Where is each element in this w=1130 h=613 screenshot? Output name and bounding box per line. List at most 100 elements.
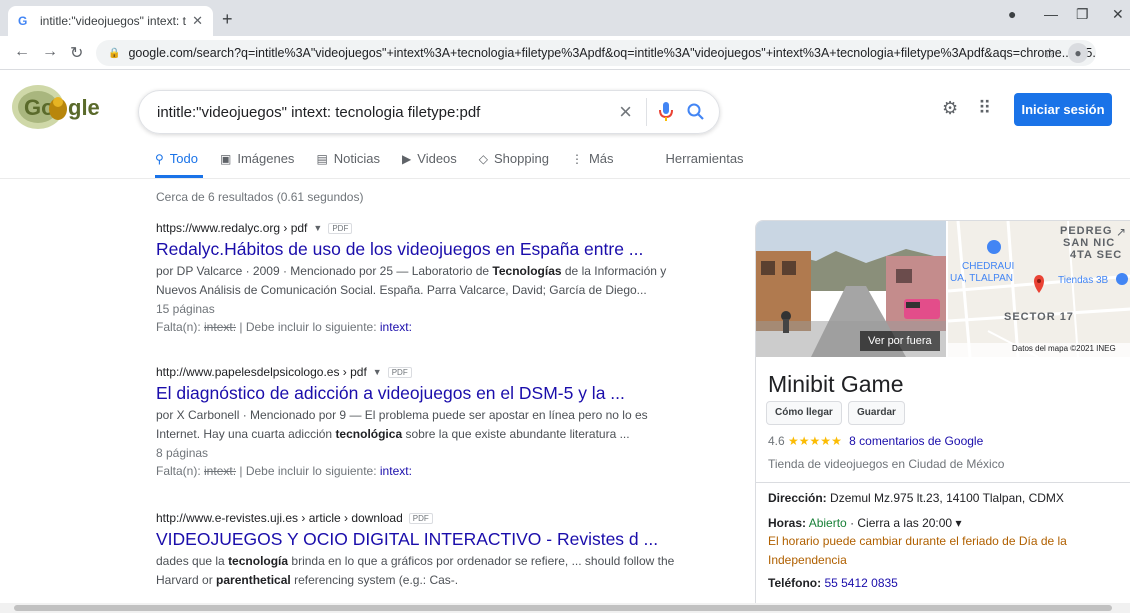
tab-label: Videos [417, 151, 457, 166]
search-icon: ⚲ [155, 151, 164, 166]
tab-label: Imágenes [237, 151, 295, 166]
result-cite[interactable]: http://www.e-revistes.uji.es › article ›… [156, 511, 676, 525]
result-pages: 15 páginas [156, 302, 215, 316]
map-label: PEDREG [1060, 225, 1113, 237]
reload-icon[interactable]: ↻ [70, 43, 83, 63]
save-button[interactable]: Guardar [848, 401, 905, 425]
street-view-label[interactable]: Ver por fuera [860, 331, 940, 351]
apps-grid-icon[interactable]: ⠿ [978, 98, 991, 119]
address-row: Dirección: Dzemul Mz.975 lt.23, 14100 Tl… [768, 491, 1064, 505]
search-box[interactable]: intitle:"videojuegos" intext: tecnologia… [138, 90, 720, 134]
tools-button[interactable]: Herramientas [666, 151, 744, 166]
open-status: Abierto [808, 516, 847, 530]
tab-mas[interactable]: ⋮ Más [571, 151, 614, 166]
pdf-badge: PDF [328, 222, 353, 234]
map-label: SAN NIC [1063, 237, 1116, 249]
rating-stars-icon: ★★★★★ [788, 434, 842, 448]
forward-icon[interactable]: → [42, 43, 58, 61]
map-label: UA, TLALPAN [950, 273, 1013, 284]
search-result: https://www.redalyc.org › pdf ▼ PDF Reda… [156, 221, 676, 336]
tab-label: Todo [169, 151, 198, 166]
profile-dot-icon[interactable]: ● [1008, 6, 1016, 22]
directions-button[interactable]: Cómo llegar [766, 401, 842, 425]
search-divider [646, 98, 647, 126]
result-url: http://www.papelesdelpsicologo.es › pdf [156, 365, 367, 379]
map-label: CHEDRAUI [962, 261, 1015, 272]
sign-in-button[interactable]: Iniciar sesión [1014, 93, 1112, 126]
tools-label: Herramientas [665, 151, 744, 166]
business-name: Minibit Game [768, 371, 904, 397]
result-missing-terms: Falta(n): intext: | Debe incluir lo sigu… [156, 320, 412, 334]
expand-map-icon[interactable]: ↗ [1116, 225, 1126, 239]
result-snippet: dades que la tecnología brinda en lo que… [156, 554, 675, 587]
tab-label: Noticias [333, 151, 381, 166]
microphone-icon[interactable] [659, 102, 673, 122]
result-cite[interactable]: https://www.redalyc.org › pdf ▼ PDF [156, 221, 676, 235]
lock-icon: 🔒 [108, 47, 121, 59]
phone-link[interactable]: 55 5412 0835 [824, 576, 897, 590]
search-icon[interactable] [687, 103, 705, 121]
result-title[interactable]: El diagnóstico de adicción a videojuegos… [156, 383, 676, 404]
search-input[interactable]: intitle:"videojuegos" intext: tecnologia… [157, 104, 619, 121]
image-icon: ▣ [220, 151, 232, 166]
result-url: http://www.e-revistes.uji.es › article ›… [156, 511, 403, 525]
header-divider [0, 178, 1130, 179]
hours-row[interactable]: Horas: Abierto · Cierra a las 20:00 ▾ [768, 514, 1108, 533]
result-title[interactable]: VIDEOJUEGOS Y OCIO DIGITAL INTERACTIVO -… [156, 529, 676, 550]
pdf-badge: PDF [387, 366, 412, 378]
caret-down-icon[interactable]: ▼ [373, 367, 382, 377]
tab-label: Más [588, 151, 614, 166]
tab-videos[interactable]: ▶ Videos [402, 151, 457, 166]
back-icon[interactable]: ← [14, 43, 30, 61]
result-stats: Cerca de 6 resultados (0.61 segundos) [156, 190, 364, 204]
knowledge-panel: Ver por fuera PEDREG SAN NIC 4TA SEC CHE… [755, 220, 1130, 613]
pdf-badge: PDF [408, 512, 433, 524]
restore-icon[interactable]: ❐ [1076, 6, 1089, 23]
must-include-link[interactable]: intext: [380, 320, 412, 334]
tab-close-icon[interactable]: ✕ [192, 13, 203, 29]
result-cite[interactable]: http://www.papelesdelpsicologo.es › pdf … [156, 365, 676, 379]
result-title[interactable]: Redalyc.Hábitos de uso de los videojuego… [156, 239, 676, 260]
clear-search-icon[interactable]: × [619, 99, 632, 125]
browser-tab[interactable]: G intitle:"videojuegos" intext: tecnolo … [8, 6, 213, 36]
horizontal-scrollbar[interactable] [0, 603, 1130, 613]
tab-todo[interactable]: ⚲ Todo [155, 151, 198, 166]
holiday-note: El horario puede cambiar durante el feri… [768, 534, 1067, 567]
map-credit: Datos del mapa ©2021 INEG [1012, 344, 1116, 353]
map-label: SECTOR 17 [1004, 311, 1074, 323]
close-window-icon[interactable]: ✕ [1112, 6, 1124, 23]
scrollbar-thumb[interactable] [14, 605, 1112, 611]
result-snippet: por X Carbonell · Mencionado por 9 — El … [156, 408, 648, 441]
search-result: http://www.papelesdelpsicologo.es › pdf … [156, 365, 676, 480]
minimize-icon[interactable]: — [1044, 6, 1058, 22]
google-doodle-logo[interactable]: Go gle [10, 82, 100, 132]
tab-title: intitle:"videojuegos" intext: tecnolo [40, 14, 186, 28]
new-tab-button[interactable]: + [222, 9, 233, 30]
bookmark-star-icon[interactable]: ☆ [1043, 45, 1056, 62]
search-result: http://www.e-revistes.uji.es › article ›… [156, 511, 676, 590]
result-pages: 8 páginas [156, 446, 209, 460]
tab-noticias[interactable]: ▤ Noticias [316, 151, 380, 166]
profile-avatar-icon[interactable]: ● [1068, 43, 1088, 63]
result-snippet: por DP Valcarce · 2009 · Mencionado por … [156, 264, 667, 297]
phone-row: Teléfono: 55 5412 0835 [768, 576, 898, 590]
more-icon: ⋮ [570, 151, 583, 166]
street-view-photo[interactable]: Ver por fuera [756, 221, 946, 357]
map-label: Tiendas 3B [1058, 275, 1109, 286]
location-map[interactable]: PEDREG SAN NIC 4TA SEC CHEDRAUI UA, TLAL… [948, 221, 1130, 357]
reviews-link[interactable]: 8 comentarios de Google [849, 434, 983, 448]
tab-imagenes[interactable]: ▣ Imágenes [220, 151, 294, 166]
rating-value: 4.6 [768, 434, 785, 448]
result-url: https://www.redalyc.org › pdf [156, 221, 308, 235]
browser-toolbar: ← → ↻ 🔒 google.com/search?q=intitle%3A"v… [0, 36, 1130, 70]
news-icon: ▤ [316, 151, 328, 166]
tab-shopping[interactable]: ◇ Shopping [479, 151, 549, 166]
caret-down-icon[interactable]: ▼ [313, 223, 322, 233]
settings-gear-icon[interactable]: ⚙ [942, 98, 958, 119]
url-text: google.com/search?q=intitle%3A"videojueg… [128, 46, 1096, 60]
svg-text:gle: gle [68, 95, 100, 120]
video-icon: ▶ [402, 151, 412, 166]
search-tabs: ⚲ Todo ▣ Imágenes ▤ Noticias ▶ Videos ◇ … [155, 151, 766, 166]
must-include-link[interactable]: intext: [380, 464, 412, 478]
address-bar[interactable]: 🔒 google.com/search?q=intitle%3A"videoju… [96, 40, 1096, 66]
